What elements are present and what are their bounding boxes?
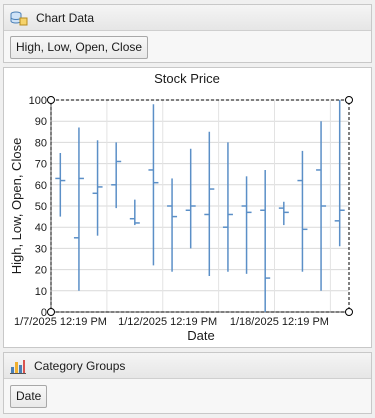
hloc-bar <box>167 178 178 272</box>
hloc-field-button[interactable]: High, Low, Open, Close <box>10 36 149 59</box>
chart-data-title: Chart Data <box>36 10 95 25</box>
hloc-bar <box>73 127 84 291</box>
x-tick-label: 1/12/2025 12:19 PM <box>118 316 217 328</box>
hloc-bar <box>111 142 122 209</box>
resize-handle[interactable] <box>345 96 353 104</box>
hloc-bar <box>129 199 140 226</box>
bar-chart-icon <box>10 358 26 374</box>
hloc-bar <box>241 176 252 274</box>
database-icon <box>10 10 28 26</box>
grid <box>50 99 349 313</box>
y-tick-label: 70 <box>35 159 47 171</box>
x-axis-label: Date <box>187 328 214 343</box>
y-tick-label: 20 <box>35 265 47 277</box>
y-tick-label: 80 <box>35 137 47 149</box>
hloc-bar <box>92 140 103 236</box>
hloc-bar <box>222 142 233 272</box>
y-axis-label: High, Low, Open, Close <box>9 138 24 275</box>
date-field-button[interactable]: Date <box>10 385 48 408</box>
chart-data-panel: Chart Data High, Low, Open, Close <box>3 4 372 63</box>
chart-panel: Stock Price High, Low, Open, Close Date … <box>3 67 372 348</box>
category-groups-header: Category Groups <box>4 353 371 379</box>
chart-title: Stock Price <box>154 71 220 86</box>
category-groups-title: Category Groups <box>34 358 126 373</box>
hloc-bar <box>334 100 345 247</box>
y-tick-label: 100 <box>29 95 47 107</box>
resize-handle[interactable] <box>47 96 55 104</box>
y-tick-label: 10 <box>35 286 47 298</box>
y-tick-label: 40 <box>35 222 47 234</box>
category-groups-panel: Category Groups Date <box>3 352 372 414</box>
x-tick-label: 1/18/2025 12:19 PM <box>230 316 329 328</box>
y-tick-label: 90 <box>35 116 47 128</box>
hloc-bar <box>297 150 308 272</box>
y-tick-label: 60 <box>35 180 47 192</box>
stock-chart: Stock Price High, Low, Open, Close Date … <box>9 71 353 343</box>
resize-handle[interactable] <box>345 308 353 316</box>
chart-data-header: Chart Data <box>4 5 371 31</box>
x-tick-label: 1/7/2025 12:19 PM <box>14 316 107 328</box>
y-tick-label: 30 <box>35 243 47 255</box>
hloc-bar <box>204 131 215 276</box>
y-tick-label: 50 <box>35 201 47 213</box>
hloc-bar <box>278 201 289 226</box>
resize-handle[interactable] <box>47 308 55 316</box>
